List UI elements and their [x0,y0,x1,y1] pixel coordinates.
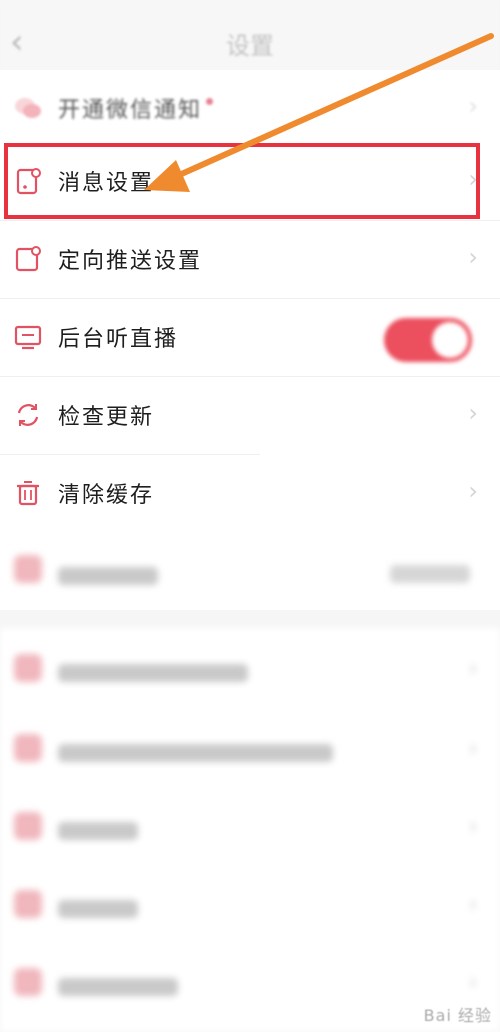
tv-icon [14,325,42,350]
background-listen-toggle[interactable] [384,318,472,362]
chevron-right-icon: › [468,890,478,918]
blurred-icon [14,734,42,762]
chevron-right-icon: › [468,243,478,271]
wechat-icon [15,98,41,118]
chevron-right-icon: › [468,968,478,996]
blurred-icon [14,812,42,840]
settings-row-blurred[interactable]: › [0,708,500,786]
chevron-right-icon: › [468,477,478,505]
chevron-right-icon: › [468,812,478,840]
blurred-icon [14,555,42,583]
notification-dot [206,98,214,105]
settings-row-label: 开通微信通知 [58,92,214,124]
chevron-right-icon: › [468,734,478,762]
trash-icon [17,481,39,506]
chevron-right-icon: › [468,92,478,120]
settings-row-blurred[interactable]: › [0,628,500,706]
settings-row-label: 后台听直播 [58,327,179,352]
page-title: 设置 [226,32,274,60]
watermark: Bai 经验 [423,1006,492,1025]
settings-row-label: 清除缓存 [58,483,155,508]
settings-row-update[interactable]: 检查更新 › [0,377,500,455]
settings-row-label: 定向推送设置 [58,249,203,274]
settings-row-blurred[interactable] [0,533,500,611]
highlight-box [4,143,480,219]
settings-row-label: 检查更新 [58,405,155,430]
chevron-right-icon: › [468,399,478,427]
settings-row-clear-cache[interactable]: 清除缓存 › [0,455,500,533]
chevron-right-icon: › [468,654,478,682]
settings-row-push[interactable]: 定向推送设置 › [0,221,500,299]
push-settings-icon [15,246,41,272]
settings-row-background-listen: 后台听直播 [0,299,500,377]
settings-row-blurred[interactable]: › [0,864,500,942]
settings-group-secondary: › › › › › [0,628,500,1032]
settings-row-wechat-notify[interactable]: 开通微信通知 › [0,70,500,148]
blurred-icon [14,968,42,996]
toggle-knob [432,322,468,358]
top-bar: ‹ 设置 [0,0,500,76]
refresh-icon [17,404,39,426]
blurred-icon [14,654,42,682]
blurred-icon [14,890,42,918]
settings-row-blurred[interactable]: › [0,786,500,864]
